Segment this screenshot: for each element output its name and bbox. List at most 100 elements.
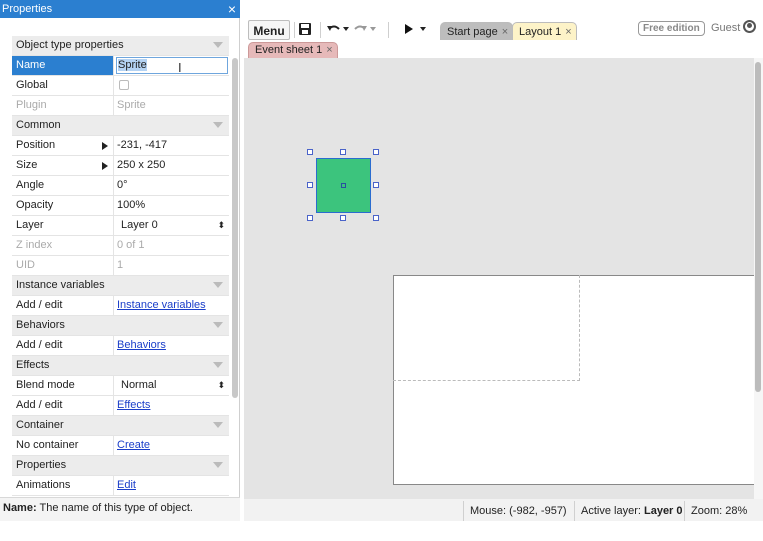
chevron-down-icon[interactable] (213, 322, 223, 328)
close-icon[interactable]: × (326, 44, 332, 56)
property-value[interactable]: Instance variables (114, 296, 229, 315)
menu-button[interactable]: Menu (248, 20, 290, 40)
canvas-scrollbar-thumb[interactable] (755, 62, 761, 392)
property-row[interactable]: Add / edit Effects (12, 396, 229, 416)
property-value[interactable]: -231, -417 (102, 136, 229, 155)
property-category[interactable]: Instance variables (12, 276, 229, 296)
category-label: Properties (16, 459, 67, 471)
chevron-down-icon[interactable] (213, 422, 223, 428)
property-link[interactable]: Create (117, 439, 150, 451)
tab-layout-1[interactable]: Layout 1 × (512, 22, 577, 40)
properties-scrollbar[interactable] (232, 58, 238, 398)
property-row[interactable]: Position -231, -417 (12, 136, 229, 156)
property-row[interactable]: No container Create (12, 436, 229, 456)
chevron-down-icon[interactable] (213, 362, 223, 368)
tab-start-page[interactable]: Start page × (440, 22, 514, 40)
toolbar-separator (320, 22, 321, 38)
property-row[interactable]: Name Sprite I (12, 56, 229, 76)
property-row[interactable]: Add / edit Instance variables (12, 296, 229, 316)
global-checkbox[interactable] (119, 80, 129, 90)
property-row[interactable]: Size 250 x 250 (12, 156, 229, 176)
property-category[interactable]: Container (12, 416, 229, 436)
expand-arrow-icon[interactable] (102, 142, 108, 150)
tab-layout-1-label: Layout 1 (519, 26, 562, 38)
property-category[interactable]: Behaviors (12, 316, 229, 336)
canvas-vertical-scrollbar[interactable] (754, 58, 763, 499)
resize-handle[interactable] (307, 215, 313, 221)
property-row[interactable]: UID 1 (12, 256, 229, 276)
property-value[interactable]: Sprite I (114, 56, 229, 75)
tab-start-page-label: Start page (447, 26, 498, 38)
category-label: Common (16, 119, 61, 131)
play-dropdown-icon[interactable] (420, 26, 426, 32)
active-layer-readout: Active layer: Layer 0 (574, 501, 689, 521)
property-row[interactable]: Layer Layer 0 ⬍ (12, 216, 229, 236)
resize-handle[interactable] (340, 149, 346, 155)
zoom-readout: Zoom: 28% (684, 501, 753, 521)
name-input[interactable]: Sprite (116, 57, 228, 74)
chevron-down-icon[interactable] (213, 122, 223, 128)
property-label: Add / edit (12, 396, 114, 415)
resize-handle[interactable] (340, 215, 346, 221)
property-label: Position (12, 136, 114, 155)
property-label: Plugin (12, 96, 114, 115)
resize-handle[interactable] (307, 182, 313, 188)
property-category[interactable]: Properties (12, 456, 229, 476)
play-icon[interactable] (404, 24, 414, 34)
property-value[interactable]: Layer 0 ⬍ (114, 216, 229, 235)
resize-handle[interactable] (373, 182, 379, 188)
property-value[interactable]: 0° (114, 176, 229, 195)
property-value[interactable]: Effects (114, 396, 229, 415)
user-label[interactable]: Guest (711, 21, 740, 36)
edition-badge[interactable]: Free edition (638, 21, 705, 36)
property-link[interactable]: Instance variables (117, 299, 206, 311)
save-icon[interactable] (298, 22, 312, 36)
property-row[interactable]: Add / edit Behaviors (12, 336, 229, 356)
property-link[interactable]: Edit (117, 479, 136, 491)
property-row[interactable]: Angle 0° (12, 176, 229, 196)
tab-event-sheet-1[interactable]: Event sheet 1 × (248, 42, 338, 58)
expand-arrow-icon[interactable] (102, 162, 108, 170)
property-link[interactable]: Effects (117, 399, 150, 411)
property-label: Opacity (12, 196, 114, 215)
property-value-text: Normal (121, 379, 157, 391)
close-icon[interactable]: × (228, 0, 236, 18)
property-value[interactable]: Create (114, 436, 229, 455)
property-category[interactable]: Object type properties (12, 36, 229, 56)
undo-dropdown-icon[interactable] (343, 26, 349, 32)
property-row[interactable]: Z index 0 of 1 (12, 236, 229, 256)
property-value-text: 250 x 250 (117, 159, 166, 171)
undo-icon[interactable] (326, 23, 342, 35)
property-row[interactable]: Blend mode Normal ⬍ (12, 376, 229, 396)
property-value[interactable]: 250 x 250 (102, 156, 229, 175)
property-value[interactable]: Behaviors (114, 336, 229, 355)
property-value[interactable]: 100% (114, 196, 229, 215)
property-value[interactable]: Normal ⬍ (114, 376, 229, 395)
status-bar: Mouse: (-982, -957) Active layer: Layer … (244, 499, 763, 521)
dropdown-arrows-icon[interactable]: ⬍ (217, 376, 225, 395)
close-icon[interactable]: × (502, 26, 508, 38)
property-category[interactable]: Effects (12, 356, 229, 376)
layout-canvas[interactable] (244, 58, 755, 499)
toolbar-separator (388, 22, 389, 38)
chevron-down-icon[interactable] (213, 282, 223, 288)
resize-handle[interactable] (373, 149, 379, 155)
chevron-down-icon[interactable] (213, 462, 223, 468)
redo-dropdown-icon[interactable] (370, 26, 376, 32)
property-row[interactable]: Plugin Sprite (12, 96, 229, 116)
property-row[interactable]: Opacity 100% (12, 196, 229, 216)
user-icon[interactable] (743, 20, 756, 33)
property-value[interactable]: Edit (114, 476, 229, 495)
resize-handle[interactable] (373, 215, 379, 221)
property-row[interactable]: Animations Edit (12, 476, 229, 496)
property-category[interactable]: Common (12, 116, 229, 136)
window-viewport-outline (393, 275, 580, 381)
chevron-down-icon[interactable] (213, 42, 223, 48)
property-link[interactable]: Behaviors (117, 339, 166, 351)
close-icon[interactable]: × (565, 26, 571, 38)
resize-handle[interactable] (307, 149, 313, 155)
property-value[interactable] (114, 76, 229, 95)
dropdown-arrows-icon[interactable]: ⬍ (217, 216, 225, 235)
redo-icon[interactable] (352, 23, 368, 35)
property-row[interactable]: Global (12, 76, 229, 96)
